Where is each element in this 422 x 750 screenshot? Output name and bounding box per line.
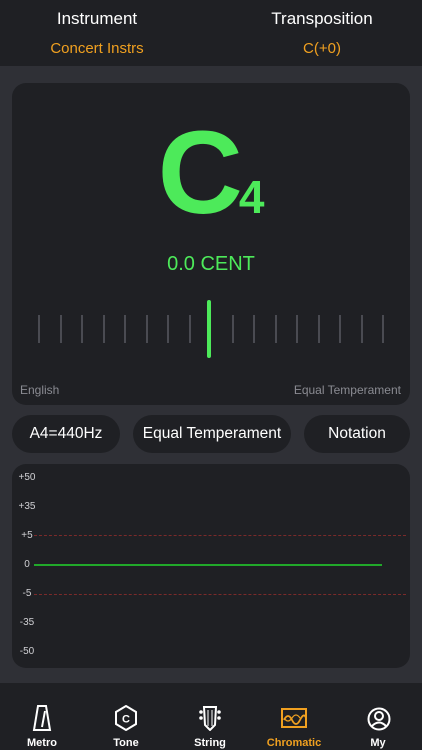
minus-five-guideline [34,594,406,595]
scale-tick [253,315,255,343]
tab-tone[interactable]: C Tone [84,683,168,750]
scale-tick [232,315,234,343]
scale-tick [296,315,298,343]
plus-five-guideline [34,535,406,536]
scale-tick [81,315,83,343]
transposition-selector[interactable]: Transposition C(+0) [227,8,417,60]
y-tick-label: +35 [18,501,36,512]
tone-icon: C [115,705,137,731]
tab-label: String [194,737,226,749]
notation-button[interactable]: Notation [304,415,410,453]
profile-icon [367,707,391,731]
scale-tick [275,315,277,343]
cents-scale [38,315,384,345]
a4-reference-button[interactable]: A4=440Hz [12,415,120,453]
pitch-history-line [34,564,382,566]
scale-tick [189,315,191,343]
instrument-value[interactable]: Concert Instrs [2,38,192,60]
tab-label: Chromatic [266,737,322,749]
detected-note: C4 [12,103,410,243]
bottom-tab-bar: Metro C Tone String Chromatic My [0,683,422,750]
tuner-display: C4 0.0 CENT English Equal Temperament [12,83,410,405]
scale-tick [339,315,341,343]
tab-label: Metro [27,737,57,749]
y-tick-label: -50 [19,646,35,657]
scale-tick [318,315,320,343]
pitch-history-chart: +50 +35 +5 0 -5 -35 -50 [12,464,410,668]
cents-readout: 0.0 CENT [167,253,255,275]
temperament-caption: Equal Temperament [293,383,401,397]
metronome-icon [32,705,52,731]
tab-label: Tone [113,737,139,749]
scale-tick [103,315,105,343]
temperament-button[interactable]: Equal Temperament [133,415,291,453]
tab-my[interactable]: My [336,683,420,750]
tab-chromatic[interactable]: Chromatic [252,683,336,750]
scale-tick [382,315,384,343]
instrument-selector[interactable]: Instrument Concert Instrs [2,8,192,60]
guitar-headstock-icon [199,706,221,731]
scale-tick [60,315,62,343]
scale-tick [146,315,148,343]
scale-tick [124,315,126,343]
tab-metro[interactable]: Metro [0,683,84,750]
transposition-value[interactable]: C(+0) [227,38,417,60]
notation-language: English [20,383,60,397]
transposition-label: Transposition [271,9,373,28]
svg-text:C: C [122,714,130,726]
tab-label: My [370,737,386,749]
y-tick-label: -35 [19,617,35,628]
scale-tick [167,315,169,343]
chromatic-wave-icon [281,708,307,728]
tab-string[interactable]: String [168,683,252,750]
top-bar: Instrument Concert Instrs Transposition … [0,0,422,66]
instrument-label: Instrument [56,9,138,28]
scale-tick [361,315,363,343]
tuning-needle [207,300,211,358]
scale-tick [38,315,40,343]
note-octave: 4 [238,171,265,223]
note-letter: C [157,107,243,239]
y-tick-label: +50 [18,472,36,483]
